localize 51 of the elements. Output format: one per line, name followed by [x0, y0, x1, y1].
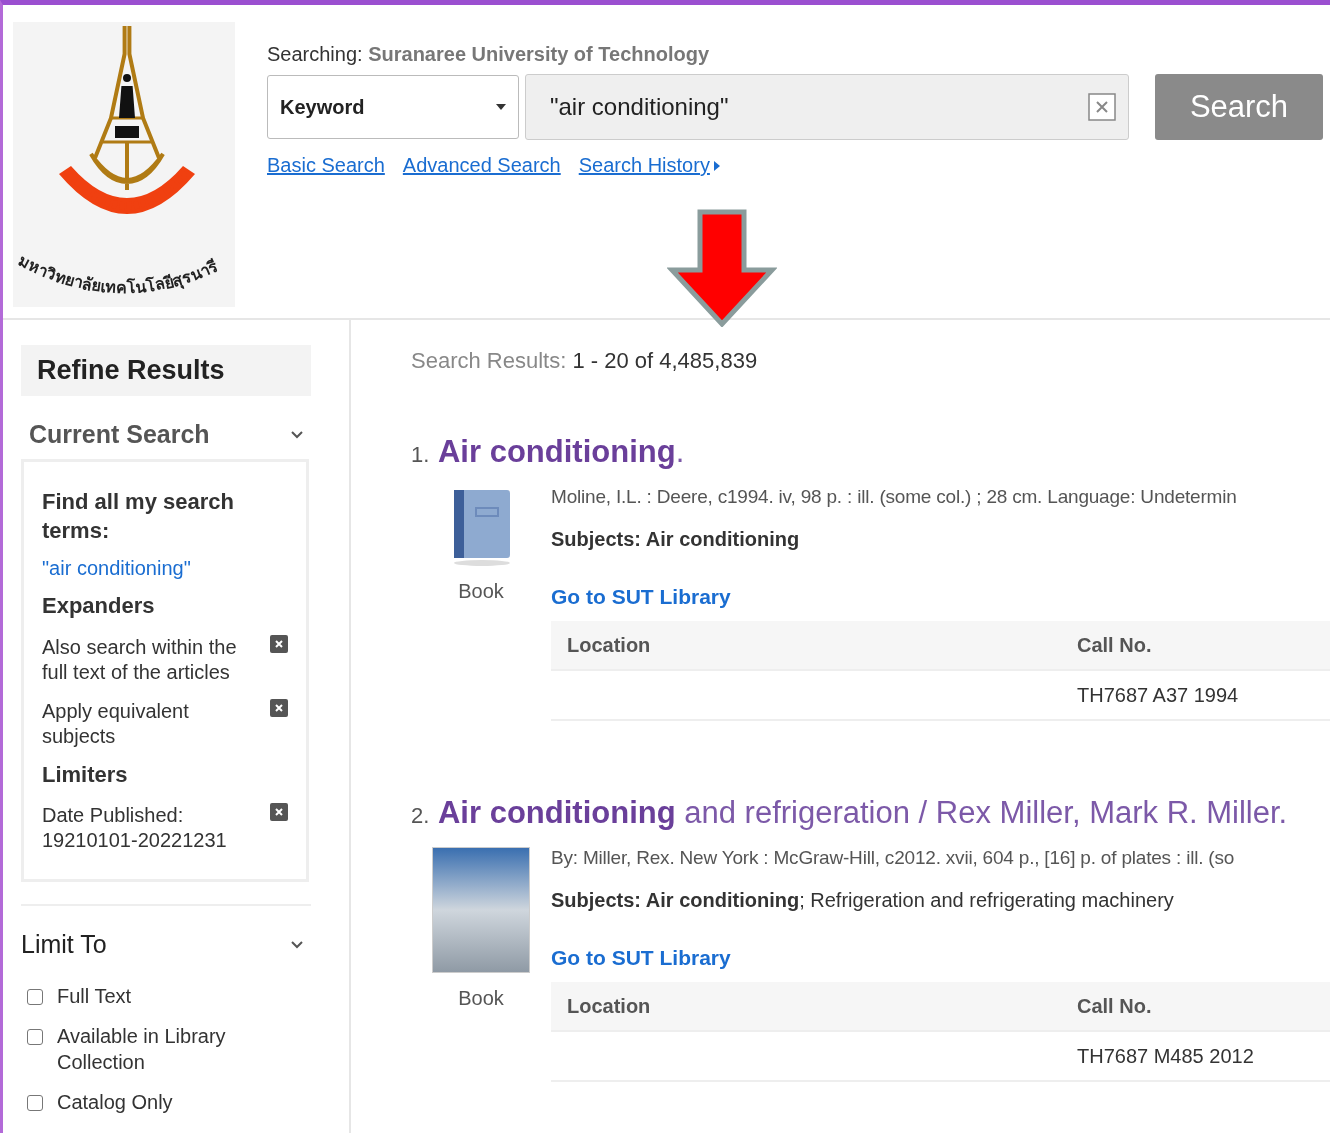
library-link[interactable]: Go to SUT Library: [551, 585, 1330, 609]
checkbox[interactable]: [27, 989, 43, 1006]
chevron-icon[interactable]: [291, 430, 303, 439]
chevron-icon[interactable]: [291, 940, 303, 949]
field-type-dropdown[interactable]: Keyword: [267, 75, 519, 139]
section-heading: Limit To: [21, 930, 107, 960]
clear-icon[interactable]: [1088, 93, 1116, 121]
checkbox[interactable]: [27, 1095, 43, 1112]
results-label: Search Results:: [411, 348, 567, 373]
result-title-link[interactable]: Air conditioning and refrigeration / Rex Miller, Mark R. Miller.: [438, 795, 1288, 830]
filter-label: Apply equivalent subjects: [42, 698, 190, 749]
filter-label: Also search within the full text of the articles: [42, 634, 238, 685]
table-cell-text: TH7687 M485 2012: [1077, 1044, 1255, 1068]
scope-name: Suranaree University of Technology: [368, 43, 710, 65]
format-label: Book: [458, 987, 504, 1010]
caret-icon: [496, 104, 506, 110]
format-label: Book: [458, 580, 504, 603]
remove-icon[interactable]: [270, 634, 288, 653]
search-link[interactable]: Search History: [578, 154, 720, 177]
subjects-text: Subjects: Air conditioning; Refrigeration and refrigerating machinery: [551, 889, 1175, 912]
search-link[interactable]: Basic Search: [267, 154, 385, 177]
subjects-text: Subjects: Air conditioning: [551, 528, 801, 551]
checkbox-label[interactable]: Full Text: [57, 983, 132, 1010]
record-details: By: Miller, Rex. New York : McGraw-Hill, c2012. xvii, 604 p., [16] p. of plates : ill. (so: [551, 847, 1236, 869]
search-link[interactable]: Advanced Search: [402, 154, 561, 177]
down-arrow-icon: [667, 209, 777, 327]
library-link[interactable]: Go to SUT Library: [551, 946, 1330, 970]
remove-icon[interactable]: [270, 698, 288, 717]
record-details: Moline, I.L. : Deere, c1994. iv, 98 p. : ill. (some col.) ; 28 cm. Language: Undetermin: [551, 486, 1238, 508]
column-header: Call No.: [1077, 633, 1153, 657]
search-term-link[interactable]: "air conditioning": [42, 557, 288, 581]
search-field[interactable]: "air conditioning": [525, 74, 1129, 140]
checkbox-label[interactable]: Available in Library Collection: [57, 1023, 287, 1076]
section-heading: Current Search: [29, 420, 210, 449]
table-cell-text: TH7687 A37 1994: [1077, 683, 1240, 707]
remove-icon[interactable]: [270, 803, 288, 822]
column-header: Call No.: [1077, 994, 1153, 1018]
group-heading: Limiters: [42, 760, 129, 789]
column-header: Location: [566, 633, 652, 657]
result-number: 1.: [411, 442, 430, 467]
checkbox-label[interactable]: Catalog Only: [57, 1089, 173, 1116]
refine-results-heading: Refine Results: [21, 345, 311, 396]
results-count: 1 - 20 of 4,485,839: [572, 348, 758, 373]
group-heading: Expanders: [42, 592, 156, 621]
checkbox[interactable]: [27, 1029, 43, 1046]
filter-label: Date Published: 19210101-20221231: [42, 803, 228, 854]
result-title-link[interactable]: Air conditioning.: [438, 434, 685, 469]
scope-label: Searching:: [267, 43, 363, 65]
column-header: Location: [566, 994, 652, 1018]
result-number: 2.: [411, 803, 430, 828]
terms-heading: Find all my search terms:: [42, 488, 235, 545]
